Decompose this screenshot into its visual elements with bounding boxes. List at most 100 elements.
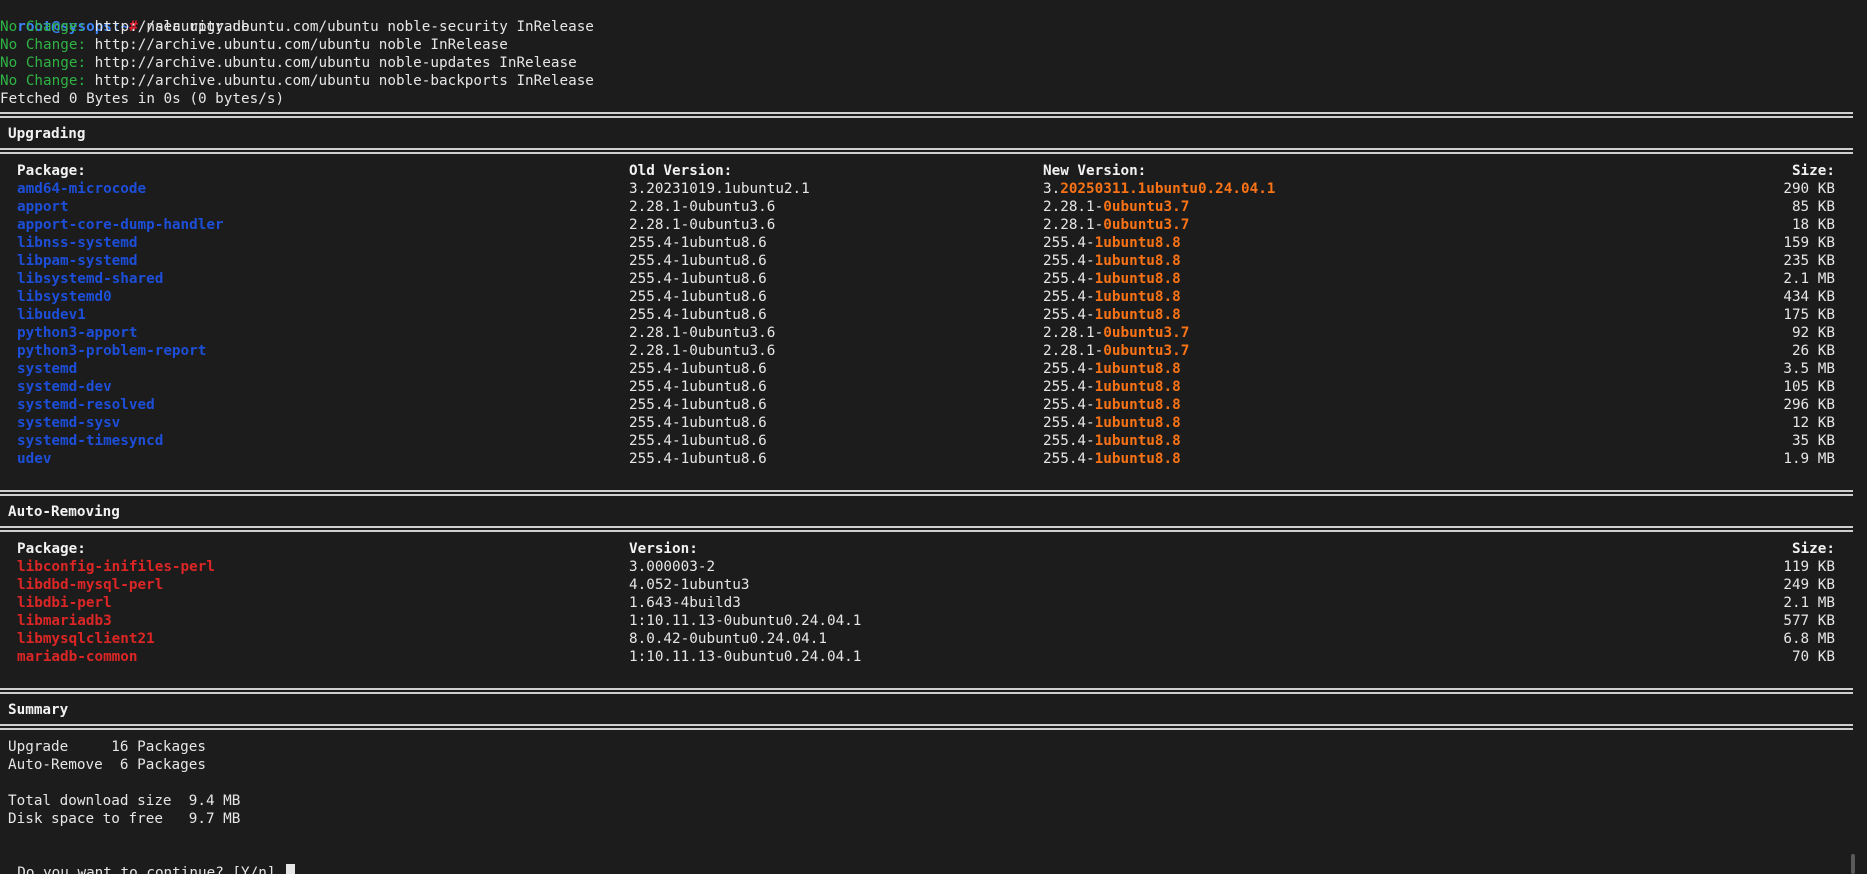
package-name: python3-apport (17, 325, 138, 341)
package-name: libsystemd-shared (17, 271, 164, 287)
table-row: libconfig-inifiles-perl 3.000003-2 119 KB (0, 558, 1867, 576)
upgrade-header-new-version: New Version: (1043, 163, 1147, 179)
package-size: 175 KB (1783, 307, 1835, 323)
package-name: systemd-timesyncd (17, 433, 164, 449)
table-row: systemd-timesyncd 255.4-1ubuntu8.6 255.4-1… (0, 432, 1867, 450)
package-name: libsystemd0 (17, 289, 112, 305)
section-divider (0, 112, 1853, 118)
new-version: 255.4-1ubuntu8.8 (1043, 414, 1181, 432)
old-version: 255.4-1ubuntu8.6 (629, 361, 767, 377)
text-cursor[interactable] (286, 864, 296, 874)
old-version: 255.4-1ubuntu8.6 (629, 235, 767, 251)
new-version: 255.4-1ubuntu8.8 (1043, 360, 1181, 378)
summary-remove-count: Auto-Remove 6 Packages (8, 757, 206, 773)
package-name: libpam-systemd (17, 253, 138, 269)
old-version: 255.4-1ubuntu8.6 (629, 451, 767, 467)
table-row: libmysqlclient21 8.0.42-0ubuntu0.24.04.1 6… (0, 630, 1867, 648)
package-name: systemd (17, 361, 78, 377)
repo-url: http://archive.ubuntu.com/ubuntu noble-b… (86, 73, 594, 89)
package-size: 26 KB (1791, 343, 1835, 359)
package-size: 434 KB (1783, 289, 1835, 305)
table-row: libmariadb3 1:10.11.13-0ubuntu0.24.04.1 57… (0, 612, 1867, 630)
package-name: systemd-resolved (17, 397, 155, 413)
table-row: udev 255.4-1ubuntu8.6 255.4-1ubuntu8.8 1.9 … (0, 450, 1867, 468)
section-divider (0, 724, 1853, 730)
table-row: libdbi-perl 1.643-4build3 2.1 MB (0, 594, 1867, 612)
package-size: 235 KB (1783, 253, 1835, 269)
new-version-base: 3. (1043, 181, 1061, 197)
terminal-scrollbar[interactable] (1851, 854, 1855, 874)
package-version: 1:10.11.13-0ubuntu0.24.04.1 (629, 649, 862, 665)
new-version: 2.28.1-0ubuntu3.7 (1043, 324, 1189, 342)
table-row: amd64-microcode 3.20231019.1ubuntu2.1 3.20… (0, 180, 1867, 198)
package-name: libnss-systemd (17, 235, 138, 251)
new-version: 255.4-1ubuntu8.8 (1043, 396, 1181, 414)
new-version-changed: 1ubuntu8.8 (1094, 433, 1181, 449)
new-version: 2.28.1-0ubuntu3.7 (1043, 198, 1189, 216)
section-title-upgrading: Upgrading (8, 126, 86, 142)
new-version-changed: 1ubuntu8.8 (1094, 415, 1181, 431)
old-version: 2.28.1-0ubuntu3.6 (629, 217, 776, 233)
section-divider (0, 490, 1853, 496)
new-version-changed: 1ubuntu8.8 (1094, 235, 1181, 251)
old-version: 255.4-1ubuntu8.6 (629, 253, 767, 269)
package-version: 1.643-4build3 (629, 595, 741, 611)
new-version-changed: 20250311.1ubuntu0.24.04.1 (1060, 181, 1276, 197)
package-size: 249 KB (1783, 577, 1835, 593)
new-version: 255.4-1ubuntu8.8 (1043, 270, 1181, 288)
package-name: apport-core-dump-handler (17, 217, 224, 233)
package-size: 159 KB (1783, 235, 1835, 251)
package-version: 8.0.42-0ubuntu0.24.04.1 (629, 631, 827, 647)
new-version: 255.4-1ubuntu8.8 (1043, 234, 1181, 252)
old-version: 255.4-1ubuntu8.6 (629, 433, 767, 449)
new-version-base: 255.4- (1043, 451, 1095, 467)
package-size: 1.9 MB (1783, 451, 1835, 467)
new-version-base: 255.4- (1043, 415, 1095, 431)
table-row: apport-core-dump-handler 2.28.1-0ubuntu3.… (0, 216, 1867, 234)
package-name: apport (17, 199, 69, 215)
new-version: 255.4-1ubuntu8.8 (1043, 252, 1181, 270)
package-name: mariadb-common (17, 649, 138, 665)
continue-prompt[interactable]: Do you want to continue? [Y/n] (0, 846, 296, 874)
remove-header-package: Package: (17, 541, 86, 557)
new-version-changed: 0ubuntu3.7 (1103, 199, 1190, 215)
table-row: libudev1 255.4-1ubuntu8.6 255.4-1ubuntu8.8… (0, 306, 1867, 324)
new-version-base: 2.28.1- (1043, 199, 1104, 215)
new-version-changed: 1ubuntu8.8 (1094, 253, 1181, 269)
new-version-base: 255.4- (1043, 253, 1095, 269)
table-row: libsystemd-shared 255.4-1ubuntu8.6 255.4-1… (0, 270, 1867, 288)
section-divider (0, 526, 1853, 532)
package-name: udev (17, 451, 52, 467)
table-row: apport 2.28.1-0ubuntu3.6 2.28.1-0ubuntu3.7… (0, 198, 1867, 216)
continue-question: Do you want to continue? [Y/n] (17, 865, 285, 874)
package-size: 92 KB (1791, 325, 1835, 341)
section-divider (0, 148, 1853, 154)
new-version-changed: 1ubuntu8.8 (1094, 361, 1181, 377)
new-version: 3.20250311.1ubuntu0.24.04.1 (1043, 180, 1275, 198)
old-version: 2.28.1-0ubuntu3.6 (629, 199, 776, 215)
old-version: 255.4-1ubuntu8.6 (629, 289, 767, 305)
table-row: systemd-resolved 255.4-1ubuntu8.6 255.4-1u… (0, 396, 1867, 414)
summary-disk-space: Disk space to free 9.7 MB (8, 811, 241, 827)
new-version-base: 255.4- (1043, 397, 1095, 413)
repo-line: No Change: http://archive.ubuntu.com/ubu… (0, 72, 594, 90)
package-size: 290 KB (1783, 181, 1835, 197)
repo-url: http://archive.ubuntu.com/ubuntu noble I… (86, 37, 508, 53)
package-size: 12 KB (1791, 415, 1835, 431)
table-row: libdbd-mysql-perl 4.052-1ubuntu3 249 KB (0, 576, 1867, 594)
new-version: 255.4-1ubuntu8.8 (1043, 288, 1181, 306)
table-row: python3-problem-report 2.28.1-0ubuntu3.6 2… (0, 342, 1867, 360)
new-version: 255.4-1ubuntu8.8 (1043, 450, 1181, 468)
section-divider (0, 688, 1853, 694)
new-version-changed: 1ubuntu8.8 (1094, 397, 1181, 413)
new-version: 2.28.1-0ubuntu3.7 (1043, 216, 1189, 234)
table-row: python3-apport 2.28.1-0ubuntu3.6 2.28.1-0u… (0, 324, 1867, 342)
new-version-changed: 1ubuntu8.8 (1094, 289, 1181, 305)
new-version-base: 2.28.1- (1043, 325, 1104, 341)
package-size: 119 KB (1783, 559, 1835, 575)
package-size: 18 KB (1791, 217, 1835, 233)
repo-line: No Change: http://archive.ubuntu.com/ubu… (0, 54, 577, 72)
repo-url: http://security.ubuntu.com/ubuntu noble-… (86, 19, 594, 35)
repo-status: No Change: (0, 73, 87, 89)
remove-header-version: Version: (629, 541, 698, 557)
